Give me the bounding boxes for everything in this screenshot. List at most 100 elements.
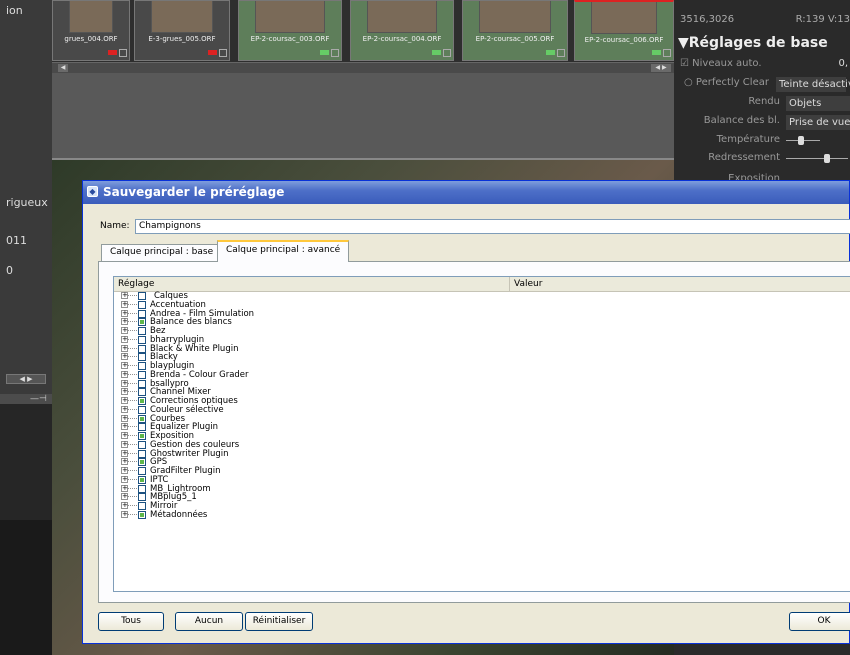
setting-checkbox[interactable] <box>138 379 146 388</box>
expand-icon[interactable]: + <box>121 440 128 448</box>
tab-advanced[interactable]: Calque principal : avancé <box>217 240 350 262</box>
setting-checkbox[interactable] <box>138 493 146 502</box>
setting-checkbox[interactable] <box>138 388 146 397</box>
setting-checkbox[interactable] <box>138 467 146 475</box>
expand-icon[interactable]: + <box>121 318 128 326</box>
setting-checkbox[interactable] <box>138 475 146 484</box>
thumbnail[interactable]: EP-2-coursac_006.ORF <box>574 0 674 61</box>
section-title[interactable]: ▼Réglages de base <box>678 35 828 51</box>
thumbnail[interactable]: grues_004.ORF <box>52 0 130 61</box>
setting-checkbox[interactable] <box>138 414 146 423</box>
expand-icon[interactable]: + <box>121 458 128 466</box>
thumbnail[interactable]: E-3-grues_005.ORF <box>134 0 230 61</box>
expand-icon[interactable]: + <box>121 484 128 492</box>
expand-icon[interactable]: + <box>121 467 128 474</box>
setting-checkbox[interactable] <box>138 353 146 362</box>
tree-row[interactable]: + Mirroir <box>114 502 850 511</box>
tree-row[interactable]: + Equalizer Plugin <box>114 423 850 432</box>
select-none-button[interactable]: Aucun <box>175 612 243 631</box>
left-scroll-arrows[interactable]: ◀ ▶ <box>6 374 46 384</box>
setting-checkbox[interactable] <box>138 362 146 370</box>
filmstrip-scrollbar[interactable]: ◀ ◀ ▶ <box>52 62 674 73</box>
balance-select[interactable]: Prise de vue <box>786 115 850 130</box>
setting-checkbox[interactable] <box>138 327 146 335</box>
tree-row[interactable]: + IPTC <box>114 475 850 485</box>
expand-icon[interactable]: + <box>121 414 128 422</box>
setting-checkbox[interactable] <box>138 502 146 510</box>
setting-checkbox[interactable] <box>138 309 146 318</box>
setting-checkbox[interactable] <box>138 484 146 493</box>
setting-checkbox[interactable] <box>138 397 146 405</box>
expand-icon[interactable]: + <box>121 335 128 343</box>
expand-icon[interactable]: + <box>121 432 128 439</box>
thumbnail[interactable]: EP-2-coursac_005.ORF <box>462 0 568 61</box>
expand-icon[interactable]: + <box>121 405 128 413</box>
ok-button[interactable]: OK <box>789 612 850 631</box>
expand-icon[interactable]: + <box>121 449 128 457</box>
tree-row[interactable]: + Brenda - Colour Grader <box>114 370 850 380</box>
setting-checkbox[interactable] <box>138 449 146 458</box>
expand-icon[interactable]: + <box>121 344 128 352</box>
thumbnail[interactable]: EP-2-coursac_003.ORF <box>238 0 342 61</box>
tree-row[interactable]: + Ghostwriter Plugin <box>114 449 850 459</box>
expand-icon[interactable]: + <box>121 423 128 431</box>
tree-row[interactable]: + GPS <box>114 458 850 467</box>
tree-row[interactable]: + bsallypro <box>114 379 850 389</box>
tab-base[interactable]: Calque principal : base <box>101 244 223 261</box>
setting-checkbox[interactable] <box>138 458 146 467</box>
column-header-setting[interactable]: Réglage <box>114 277 510 292</box>
expand-icon[interactable]: + <box>121 397 128 404</box>
dialog-titlebar[interactable]: ◆ Sauvegarder le préréglage <box>83 181 849 204</box>
tree-row[interactable]: + GradFilter Plugin <box>114 467 850 476</box>
tree-row[interactable]: + Couleur sélective <box>114 405 850 415</box>
scroll-left-icon[interactable]: ◀ <box>58 64 68 72</box>
tree-row[interactable]: + Corrections optiques <box>114 397 850 406</box>
tree-row[interactable]: + Calques <box>114 292 850 301</box>
thumbnail[interactable]: EP-2-coursac_004.ORF <box>350 0 454 61</box>
expand-icon[interactable]: + <box>121 292 128 299</box>
slider-knob[interactable] <box>824 154 830 163</box>
expand-icon[interactable]: + <box>121 388 128 396</box>
setting-checkbox[interactable] <box>138 292 146 300</box>
rendu-select[interactable]: Objets <box>786 96 850 111</box>
scroll-right-icon[interactable]: ◀ ▶ <box>651 64 671 72</box>
reset-button[interactable]: Réinitialiser <box>245 612 313 631</box>
setting-checkbox[interactable] <box>138 344 146 353</box>
expand-icon[interactable]: + <box>121 300 128 308</box>
pin-icon[interactable]: —⊣ <box>30 394 47 404</box>
expand-icon[interactable]: + <box>121 370 128 378</box>
tree-row[interactable]: + Courbes <box>114 414 850 424</box>
name-input[interactable]: Champignons <box>135 219 850 234</box>
slider-knob[interactable] <box>798 136 804 145</box>
redressement-slider[interactable] <box>786 154 848 163</box>
tree-row[interactable]: + MBplug5_1 <box>114 493 850 502</box>
tree-row[interactable]: + Blacky <box>114 353 850 362</box>
column-header-value[interactable]: Valeur <box>510 277 850 292</box>
setting-checkbox[interactable] <box>138 300 146 309</box>
expand-icon[interactable]: + <box>121 510 128 518</box>
perfectly-clear-select[interactable]: Teinte désactiv <box>776 77 850 92</box>
expand-icon[interactable]: + <box>121 475 128 483</box>
expand-icon[interactable]: + <box>121 502 128 509</box>
expand-icon[interactable]: + <box>121 309 128 317</box>
expand-icon[interactable]: + <box>121 327 128 334</box>
setting-checkbox[interactable] <box>138 318 146 327</box>
temperature-slider[interactable] <box>786 136 820 145</box>
setting-checkbox[interactable] <box>138 432 146 440</box>
select-all-button[interactable]: Tous <box>98 612 164 631</box>
setting-checkbox[interactable] <box>138 423 146 432</box>
setting-checkbox[interactable] <box>138 335 146 344</box>
setting-checkbox[interactable] <box>138 510 146 519</box>
tree-row[interactable]: + Bez <box>114 327 850 336</box>
expand-icon[interactable]: + <box>121 362 128 369</box>
tree-row[interactable]: + Métadonnées <box>114 510 850 520</box>
tree-row[interactable]: + MB_Lightroom <box>114 484 850 494</box>
tree-row[interactable]: + Balance des blancs <box>114 318 850 327</box>
expand-icon[interactable]: + <box>121 353 128 361</box>
expand-icon[interactable]: + <box>121 493 128 501</box>
setting-checkbox[interactable] <box>138 370 146 379</box>
expand-icon[interactable]: + <box>121 379 128 387</box>
setting-checkbox[interactable] <box>138 405 146 414</box>
setting-checkbox[interactable] <box>138 440 146 449</box>
tree-row[interactable]: + Black & White Plugin <box>114 344 850 354</box>
